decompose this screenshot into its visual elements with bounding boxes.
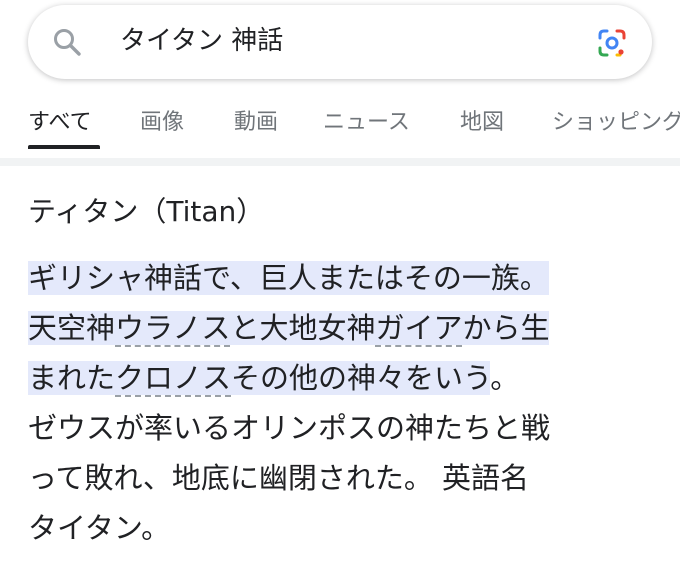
text-segment: タイタン。 (28, 511, 171, 545)
tab-news[interactable]: ニュース (323, 106, 410, 140)
search-icon[interactable] (52, 27, 82, 57)
text-segment: って敗れ、地底に幽閉された。 英語名 (28, 461, 530, 495)
tab-images[interactable]: 画像 (140, 106, 184, 140)
google-lens-icon[interactable] (596, 27, 628, 59)
text-segment: と大地女神 (230, 311, 376, 345)
result-line: 天空神ウラノスと大地女神ガイアから生 (28, 303, 658, 353)
result-heading: ティタン（Titan） (28, 195, 265, 228)
section-divider (0, 158, 680, 166)
text-segment: まれた (28, 361, 116, 395)
active-tab-indicator (28, 145, 100, 149)
text-segment: から生 (462, 311, 550, 345)
tab-videos[interactable]: 動画 (234, 106, 278, 140)
highlighted-text: まれたクロノスその他の神々をいう (28, 361, 491, 397)
text-segment: ゼウスが率いるオリンポスの神たちと戦 (28, 411, 551, 445)
tab-maps[interactable]: 地図 (460, 106, 504, 140)
tab-shopping[interactable]: ショッピング (552, 106, 680, 140)
result-body: ギリシャ神話で、巨人またはその一族。 天空神ウラノスと大地女神ガイアから生 まれ… (28, 253, 658, 553)
text-segment: 天空神 (28, 311, 116, 345)
result-line: ゼウスが率いるオリンポスの神たちと戦 (28, 403, 658, 453)
term-link-cronus[interactable]: クロノス (115, 361, 232, 397)
search-query[interactable]: タイタン 神話 (120, 23, 283, 59)
text-segment: その他の神々をいう (231, 361, 491, 395)
tab-all[interactable]: すべて (28, 106, 92, 140)
term-link-uranus[interactable]: ウラノス (115, 311, 231, 347)
text-segment: 。 (490, 361, 520, 395)
result-line: タイタン。 (28, 503, 658, 553)
highlighted-text: ギリシャ神話で、巨人またはその一族。 (28, 261, 549, 295)
highlighted-text: 天空神ウラノスと大地女神ガイアから生 (28, 311, 550, 347)
term-link-gaia[interactable]: ガイア (375, 311, 463, 347)
search-bar[interactable]: タイタン 神話 (28, 5, 652, 79)
result-line: まれたクロノスその他の神々をいう。 (28, 353, 658, 403)
result-line: って敗れ、地底に幽閉された。 英語名 (28, 453, 658, 503)
result-line: ギリシャ神話で、巨人またはその一族。 (28, 253, 658, 303)
search-tabs: すべて 画像 動画 ニュース 地図 ショッピング (0, 96, 680, 152)
